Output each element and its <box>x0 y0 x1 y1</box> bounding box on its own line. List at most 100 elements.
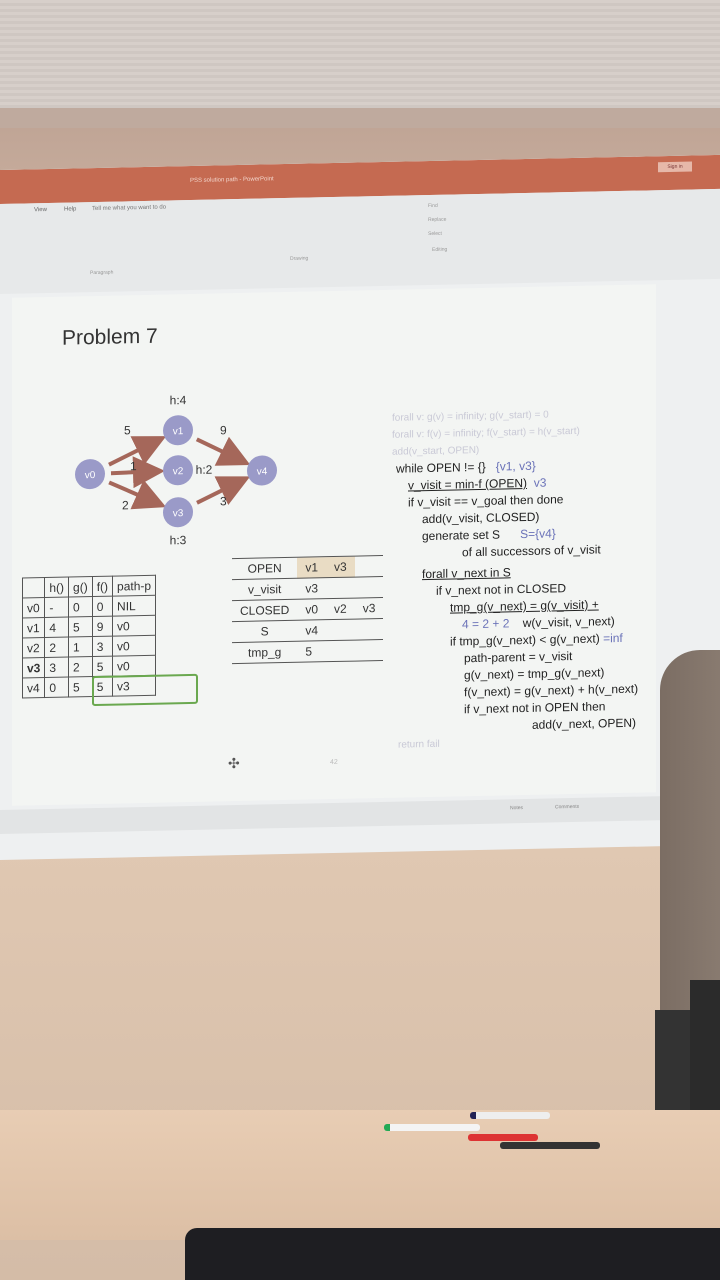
state-value <box>354 576 384 599</box>
ribbon: View Help Tell me what you want to do Pa… <box>0 188 720 294</box>
table-cell: v0 <box>112 635 156 657</box>
table-cell: v0 <box>112 655 156 677</box>
annotation-tmp-g: 4 = 2 + 2 <box>462 616 510 632</box>
state-value: v4 <box>297 619 327 642</box>
tell-me-search[interactable]: Tell me what you want to do <box>92 205 166 213</box>
state-value: v3 <box>297 577 327 600</box>
table-cell: 0 <box>92 596 113 617</box>
table-row: v0-0 0 NIL <box>22 595 156 619</box>
state-value: 5 <box>297 640 327 663</box>
edge-weight-label: 5 <box>124 423 131 437</box>
mouse-cursor-icon: ✣ <box>228 754 240 772</box>
table-cell: g() <box>68 576 93 598</box>
table-cell: 5 <box>68 616 93 638</box>
marker-white-2 <box>470 1112 550 1119</box>
state-row: tmp_g 5 <box>232 639 384 664</box>
table-cell: v0 <box>112 615 156 637</box>
group-editing: Editing <box>432 246 448 253</box>
state-label: OPEN <box>232 557 298 580</box>
graph-node-label: v2 <box>173 466 184 477</box>
state-label: CLOSED <box>232 599 298 622</box>
table-cell: - <box>44 597 69 618</box>
state-value: v3 <box>326 556 355 578</box>
table-cell: f() <box>92 576 113 597</box>
state-value: v2 <box>326 598 355 620</box>
edge-weight-label: 9 <box>220 423 227 437</box>
notes-button[interactable]: Notes <box>510 805 523 811</box>
table-cell: v2 <box>22 637 45 659</box>
seat-back <box>185 1228 720 1280</box>
marker-white <box>384 1124 480 1131</box>
edge-v0-v3 <box>108 479 167 510</box>
state-value <box>354 618 384 641</box>
desk <box>0 1110 720 1240</box>
heuristic-label: h:4 <box>170 393 187 407</box>
comments-button[interactable]: Comments <box>555 804 579 811</box>
group-paragraph: Paragraph <box>90 269 114 277</box>
table-cell: v1 <box>22 617 45 639</box>
table-cell: 3 <box>44 657 69 678</box>
state-value <box>354 639 384 662</box>
state-value <box>326 619 355 641</box>
select-button[interactable]: Select <box>428 231 442 237</box>
edge-weight-label: 2 <box>122 498 129 512</box>
projection-screen: PSS solution path - PowerPoint Sign in V… <box>0 154 720 860</box>
slide: Problem 7 51293 v0 v1 h:4 v2 h:2 v3 h:3 v4 h() g… <box>12 284 656 806</box>
marker-black <box>500 1142 600 1149</box>
annotation-s: S={v4} <box>520 526 556 542</box>
algorithm-pseudocode: forall v: g(v) = infinity; g(v_start) = … <box>392 404 662 754</box>
ceiling <box>0 0 720 108</box>
find-button[interactable]: Find <box>428 203 438 209</box>
table-cell: 2 <box>68 656 93 678</box>
table-row: v1 4 5 9 v0 <box>22 615 156 639</box>
graph-node-label: v3 <box>173 508 184 519</box>
table-cell: 9 <box>92 616 113 637</box>
state-value <box>326 640 355 662</box>
tab-view[interactable]: View <box>34 207 47 213</box>
table-cell: 0 <box>44 677 69 698</box>
marker-red <box>468 1134 538 1141</box>
table-header-row: h() g() f() path-p <box>22 575 156 599</box>
state-label: S <box>232 620 298 643</box>
sign-in-button[interactable]: Sign in <box>658 161 692 173</box>
table-cell: v0 <box>22 597 45 619</box>
heuristic-label: h:2 <box>196 463 213 477</box>
state-value: v3 <box>354 597 384 620</box>
table-cell: 0 <box>68 596 93 618</box>
annotation-visit: v3 <box>533 475 547 490</box>
state-table: OPEN v1 v3 v_visit v3 CLOSED v0 v2 v3 Sv4 tmp_g 5 <box>232 555 384 664</box>
table-cell <box>22 577 45 599</box>
state-value <box>354 555 384 578</box>
table-row: v2 2 1 3 v0 <box>22 635 156 659</box>
table-cell: v4 <box>22 677 45 699</box>
page-number: 42 <box>330 758 338 767</box>
graph-node-label: v1 <box>173 426 184 437</box>
group-drawing: Drawing <box>290 255 309 262</box>
tab-help[interactable]: Help <box>64 206 76 212</box>
edge-v1-v4 <box>195 436 251 466</box>
replace-button[interactable]: Replace <box>428 217 446 223</box>
annotation-inf: =inf <box>603 630 623 646</box>
state-value <box>326 577 355 599</box>
table-cell: 3 <box>92 636 113 657</box>
annotation-open: {v1, v3} <box>495 458 536 474</box>
state-label: v_visit <box>232 578 298 601</box>
v4-highlight-box <box>92 673 198 707</box>
table-cell: NIL <box>112 595 156 617</box>
table-cell: 5 <box>68 676 93 698</box>
table-cell: 5 <box>92 656 113 677</box>
state-value: v0 <box>297 598 327 621</box>
table-cell: path-p <box>112 575 156 597</box>
state-label: tmp_g <box>232 641 298 664</box>
table-cell: v3 <box>22 657 45 679</box>
table-cell: 2 <box>44 637 69 658</box>
graph-node-label: v4 <box>257 466 268 477</box>
ceiling-trim <box>0 108 720 128</box>
table-cell: 1 <box>68 636 93 658</box>
graph-node-label: v0 <box>85 470 96 481</box>
table-cell: h() <box>44 577 69 598</box>
table-cell: 4 <box>44 617 69 638</box>
edge-weight-label: 1 <box>130 459 137 473</box>
edge-weight-label: 3 <box>220 494 227 508</box>
document-title: PSS solution path - PowerPoint <box>190 176 274 185</box>
